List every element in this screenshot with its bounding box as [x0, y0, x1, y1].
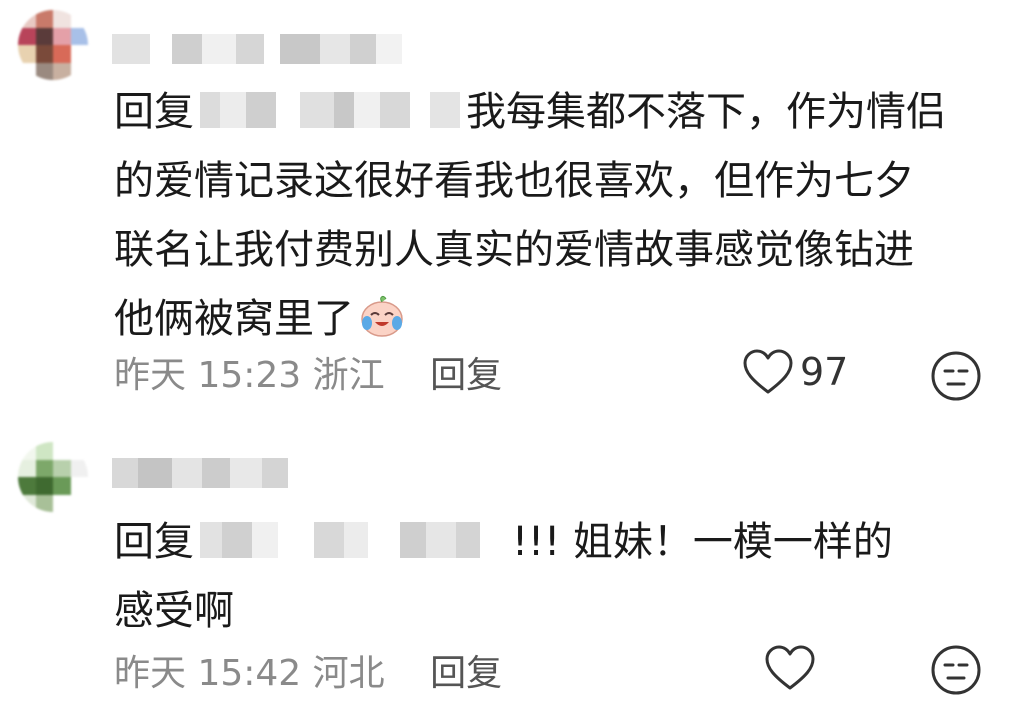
comment-location: 河北	[312, 653, 385, 694]
comment-line: 我每集都不落下，作为情侣	[466, 89, 946, 135]
comment-line: 他俩被窝里了	[114, 296, 354, 342]
comment-time: 昨天 15:42	[114, 653, 302, 694]
reply-prefix: 回复	[114, 519, 194, 565]
comment-text: 回复 我每集都不落下，作为情侣 的爱情记录这很好看我也很喜欢，但作为七夕 联名让我…	[114, 78, 1004, 354]
like-count: 97	[800, 350, 849, 394]
comment-meta: 昨天 15:42 河北 回复	[114, 644, 502, 696]
comment-line: 感受啊	[114, 588, 234, 634]
like-button[interactable]: 97	[742, 348, 848, 396]
avatar[interactable]	[18, 442, 88, 512]
reply-prefix: 回复	[114, 89, 194, 135]
comment-line: 联名让我付费别人真实的爱情故事感觉像钻进	[114, 227, 914, 273]
comment-time: 昨天 15:23	[114, 355, 302, 396]
username-blurred[interactable]	[112, 458, 292, 488]
comment-item: 回复 我每集都不落下，作为情侣 的爱情记录这很好看我也很喜欢，但作为七夕 联名让我…	[0, 0, 1031, 420]
like-button[interactable]	[764, 644, 816, 692]
comment-text: 回复 !!! 姐妹！一模一样的 感受啊	[114, 508, 1004, 646]
reply-button[interactable]: 回复	[430, 653, 502, 694]
heart-outline-icon	[743, 349, 793, 394]
username-blurred[interactable]	[112, 34, 402, 64]
comment-location: 浙江	[312, 355, 385, 396]
avatar[interactable]	[18, 10, 88, 80]
reply-button[interactable]: 回复	[430, 355, 502, 396]
comment-item: 回复 !!! 姐妹！一模一样的 感受啊 昨天 15:42 河北 回复	[0, 440, 1031, 712]
mention-blurred[interactable]	[200, 522, 506, 558]
meh-face-icon	[931, 645, 981, 695]
meh-face-icon	[931, 351, 981, 401]
comment-line: !!! 姐妹！一模一样的	[512, 519, 893, 565]
dislike-button[interactable]	[930, 644, 982, 696]
heart-outline-icon	[765, 645, 815, 690]
dislike-button[interactable]	[930, 350, 982, 402]
comment-meta: 昨天 15:23 浙江 回复	[114, 346, 502, 398]
crying-laughing-peach-emoji	[358, 291, 406, 339]
comment-line: 的爱情记录这很好看我也很喜欢，但作为七夕	[114, 158, 914, 204]
mention-blurred[interactable]	[200, 92, 460, 128]
